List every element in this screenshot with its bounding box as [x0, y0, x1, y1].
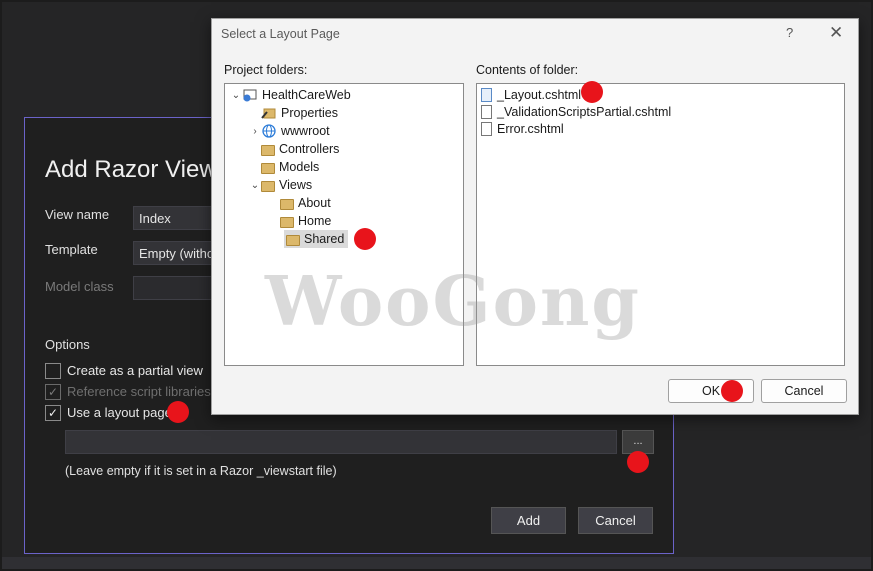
layout-path-input[interactable] — [65, 430, 617, 454]
folder-icon — [286, 234, 300, 246]
project-icon — [242, 88, 258, 102]
folder-icon — [261, 162, 275, 174]
chevron-right-icon[interactable]: › — [249, 126, 261, 137]
select-layout-dialog: Select a Layout Page ? ✕ Project folders… — [211, 18, 859, 415]
annotation-marker — [167, 401, 189, 423]
tree-item-label: Views — [279, 178, 313, 192]
annotation-marker — [354, 228, 376, 250]
annotation-marker — [627, 451, 649, 473]
file-item-label: Error.cshtml — [497, 121, 564, 136]
tree-item-about[interactable]: About — [280, 194, 331, 212]
dialog-title: Select a Layout Page — [221, 27, 340, 41]
model-class-label: Model class — [45, 279, 114, 294]
file-icon — [481, 104, 492, 119]
file-icon — [481, 87, 492, 102]
file-item-label: _ValidationScriptsPartial.cshtml — [497, 104, 672, 119]
cancel-button[interactable]: Cancel — [578, 507, 653, 534]
partial-view-checkbox[interactable] — [45, 363, 61, 379]
tree-item-healthcareweb[interactable]: ⌄ HealthCareWeb — [230, 86, 351, 104]
view-name-label: View name — [45, 207, 110, 222]
tree-item-wwwroot[interactable]: › wwwroot — [249, 122, 330, 140]
options-heading: Options — [45, 337, 90, 352]
dialog-title: Add Razor View — [45, 156, 217, 183]
tree-item-views[interactable]: ⌄ Views — [249, 176, 312, 194]
tree-item-properties[interactable]: Properties — [249, 104, 338, 122]
annotation-marker — [721, 380, 743, 402]
template-label: Template — [45, 242, 98, 257]
file-item-error[interactable]: Error.cshtml — [481, 120, 564, 137]
globe-icon — [261, 124, 277, 138]
add-button[interactable]: Add — [491, 507, 566, 534]
project-folders-label: Project folders: — [224, 63, 308, 77]
background-strip — [0, 557, 873, 571]
tree-item-label: About — [298, 196, 331, 210]
tree-item-models[interactable]: Models — [261, 158, 319, 176]
tree-item-label: Models — [279, 160, 320, 174]
tree-item-label: Properties — [281, 106, 338, 120]
folder-icon — [261, 144, 275, 156]
folder-icon — [280, 198, 294, 210]
file-icon — [481, 121, 492, 136]
tree-item-controllers[interactable]: Controllers — [261, 140, 339, 158]
help-icon[interactable]: ? — [786, 25, 793, 40]
folder-icon — [261, 180, 275, 192]
tree-item-label: HealthCareWeb — [262, 88, 351, 102]
file-item-label: _Layout.cshtml — [497, 87, 582, 102]
tree-item-label: wwwroot — [281, 124, 330, 138]
tree-item-label: Home — [298, 214, 332, 228]
chevron-down-icon[interactable]: ⌄ — [230, 90, 242, 101]
use-layout-checkbox[interactable]: ✓ — [45, 405, 61, 421]
chevron-down-icon[interactable]: ⌄ — [249, 180, 261, 191]
close-icon[interactable]: ✕ — [829, 23, 843, 43]
annotation-marker — [581, 81, 603, 103]
tree-item-shared[interactable]: Shared — [284, 230, 349, 248]
use-layout-label: Use a layout page — [67, 405, 172, 420]
watermark: WooGong — [265, 262, 641, 342]
contents-label: Contents of folder: — [476, 63, 579, 77]
reference-scripts-label: Reference script libraries — [67, 384, 211, 399]
cancel-button[interactable]: Cancel — [761, 379, 847, 403]
tree-item-label: Controllers — [279, 142, 340, 156]
file-item-layout[interactable]: _Layout.cshtml — [481, 86, 581, 103]
reference-scripts-checkbox: ✓ — [45, 384, 61, 400]
tree-item-home[interactable]: Home — [280, 212, 331, 230]
partial-view-label: Create as a partial view — [67, 363, 203, 378]
file-item-validation[interactable]: _ValidationScriptsPartial.cshtml — [481, 103, 671, 120]
layout-hint-text: (Leave empty if it is set in a Razor _vi… — [65, 464, 337, 478]
tree-item-label: Shared — [304, 232, 345, 246]
folder-icon — [280, 216, 294, 228]
properties-icon — [261, 106, 277, 120]
